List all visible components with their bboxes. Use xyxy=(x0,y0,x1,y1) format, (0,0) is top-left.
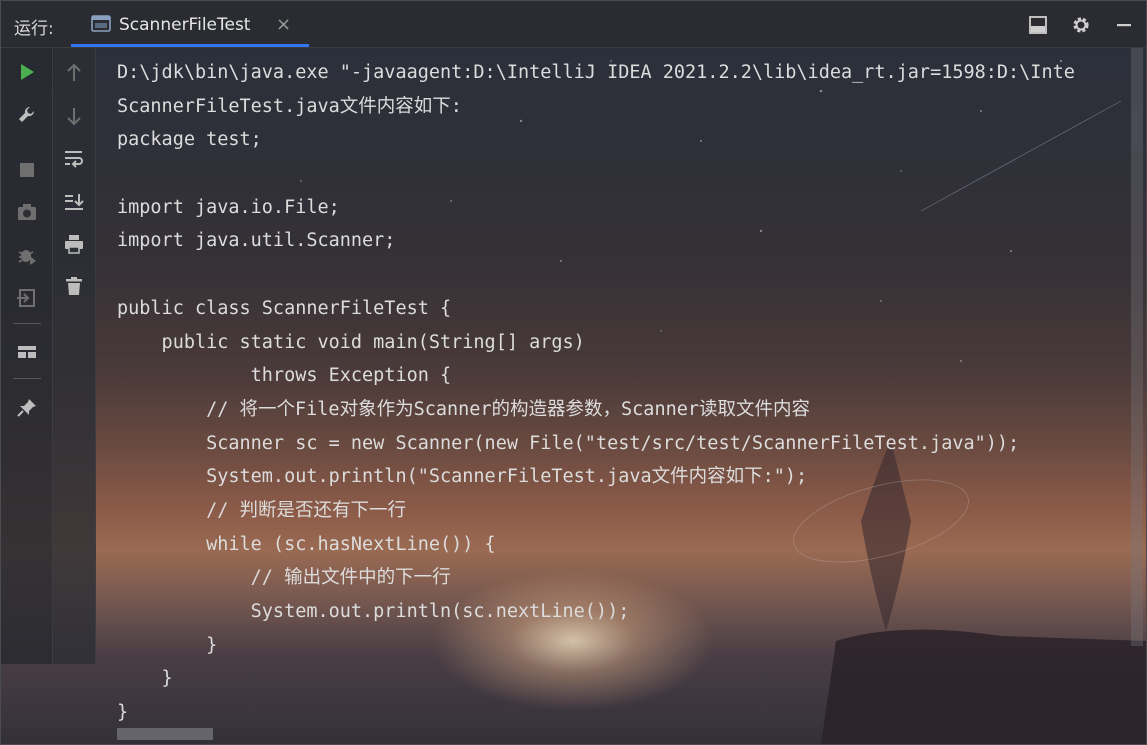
tab-title: ScannerFileTest xyxy=(119,15,251,35)
console-line: import java.util.Scanner; xyxy=(117,230,396,252)
console-line: Scanner sc = new Scanner(new File("test/… xyxy=(117,432,1020,454)
console-line: // 输出文件中的下一行 xyxy=(117,567,451,589)
trash-icon[interactable] xyxy=(63,275,85,297)
close-icon[interactable]: × xyxy=(276,14,291,35)
console-line: public static void main(String[] args) xyxy=(117,331,585,353)
scroll-to-end-icon[interactable] xyxy=(63,191,85,213)
tab-scannerfiletest[interactable]: ScannerFileTest × xyxy=(71,1,309,47)
console-line: } xyxy=(117,634,218,656)
horizontal-scrollbar-thumb[interactable] xyxy=(117,728,213,740)
wrench-icon[interactable] xyxy=(16,104,38,126)
left-action-toolbar xyxy=(1,48,53,664)
soft-wrap-icon[interactable] xyxy=(63,147,85,169)
console-line: // 将一个File对象作为Scanner的构造器参数，Scanner读取文件内… xyxy=(117,398,811,420)
minimize-icon[interactable] xyxy=(1114,15,1134,35)
run-label: 运行: xyxy=(14,19,54,39)
console-line: throws Exception { xyxy=(117,365,452,387)
console-output[interactable]: D:\jdk\bin\java.exe "-javaagent:D:\Intel… xyxy=(117,56,1137,726)
debug-bug-icon[interactable] xyxy=(16,244,38,266)
stop-icon[interactable] xyxy=(16,159,38,181)
exit-icon[interactable] xyxy=(16,287,38,309)
console-icon xyxy=(91,15,111,32)
arrow-up-icon[interactable] xyxy=(63,62,85,84)
console-line: while (sc.hasNextLine()) { xyxy=(117,533,496,555)
toolbar-separator xyxy=(13,323,41,324)
console-line: ScannerFileTest.java文件内容如下: xyxy=(117,95,462,117)
toolbar-separator xyxy=(13,378,41,379)
console-line: package test; xyxy=(117,129,262,151)
console-actions-toolbar xyxy=(53,48,96,664)
console-line: } xyxy=(117,702,129,724)
pin-icon[interactable] xyxy=(16,397,38,419)
console-line: public class ScannerFileTest { xyxy=(117,297,452,319)
vertical-scrollbar-track[interactable] xyxy=(1131,48,1143,646)
tool-window-header: 运行: ScannerFileTest × xyxy=(1,1,1146,48)
print-icon[interactable] xyxy=(63,233,85,255)
console-line: System.out.println(sc.nextLine()); xyxy=(117,601,630,622)
run-tool-window: 运行: ScannerFileTest × D:\jdk\bin\java.ex… xyxy=(0,0,1147,745)
layout-tiles-icon[interactable] xyxy=(16,341,38,363)
console-line: } xyxy=(117,668,173,690)
camera-icon[interactable] xyxy=(16,201,38,223)
console-line: System.out.println("ScannerFileTest.java… xyxy=(117,466,808,488)
rerun-icon[interactable] xyxy=(16,61,38,83)
gear-icon[interactable] xyxy=(1071,15,1091,35)
console-line: // 判断是否还有下一行 xyxy=(117,499,407,521)
arrow-down-icon[interactable] xyxy=(63,105,85,127)
active-tab-indicator xyxy=(71,44,309,47)
console-line: import java.io.File; xyxy=(117,196,340,218)
console-line: D:\jdk\bin\java.exe "-javaagent:D:\Intel… xyxy=(117,62,1075,83)
layout-icon[interactable] xyxy=(1028,15,1048,35)
